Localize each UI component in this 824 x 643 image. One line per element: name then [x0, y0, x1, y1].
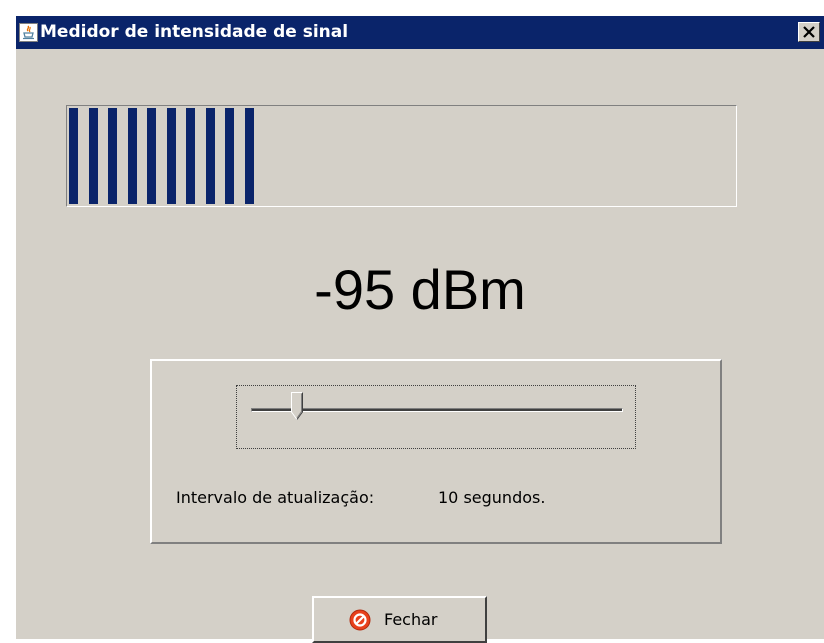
meter-segment [88, 108, 98, 204]
slider-track[interactable] [251, 408, 623, 412]
meter-segment [205, 108, 215, 204]
title-bar[interactable]: Medidor de intensidade de sinal [16, 16, 824, 49]
signal-strength-bar [66, 105, 737, 207]
close-button[interactable]: Fechar [312, 596, 487, 643]
window-close-button[interactable] [798, 22, 820, 42]
meter-segment [186, 108, 195, 204]
signal-meter-window: Medidor de intensidade de sinal -95 dBm … [16, 16, 824, 643]
update-interval-panel: Intervalo de atualização: 10 segundos. [150, 359, 722, 544]
stop-icon [349, 609, 371, 631]
window-title: Medidor de intensidade de sinal [40, 22, 349, 42]
close-button-label: Fechar [384, 610, 438, 629]
meter-segment [225, 108, 234, 204]
update-interval-label: Intervalo de atualização: [176, 488, 375, 507]
meter-segment [166, 108, 176, 204]
meter-segment [69, 108, 78, 204]
slider-thumb[interactable] [291, 392, 303, 420]
close-icon [803, 26, 815, 38]
signal-strength-value: -95 dBm [314, 258, 526, 321]
meter-segment [108, 108, 117, 204]
meter-segment [127, 108, 137, 204]
java-icon [19, 23, 38, 42]
update-interval-value: 10 segundos. [438, 488, 546, 507]
update-interval-slider[interactable] [236, 385, 636, 449]
meter-segment [147, 108, 156, 204]
meter-segment [244, 108, 254, 204]
